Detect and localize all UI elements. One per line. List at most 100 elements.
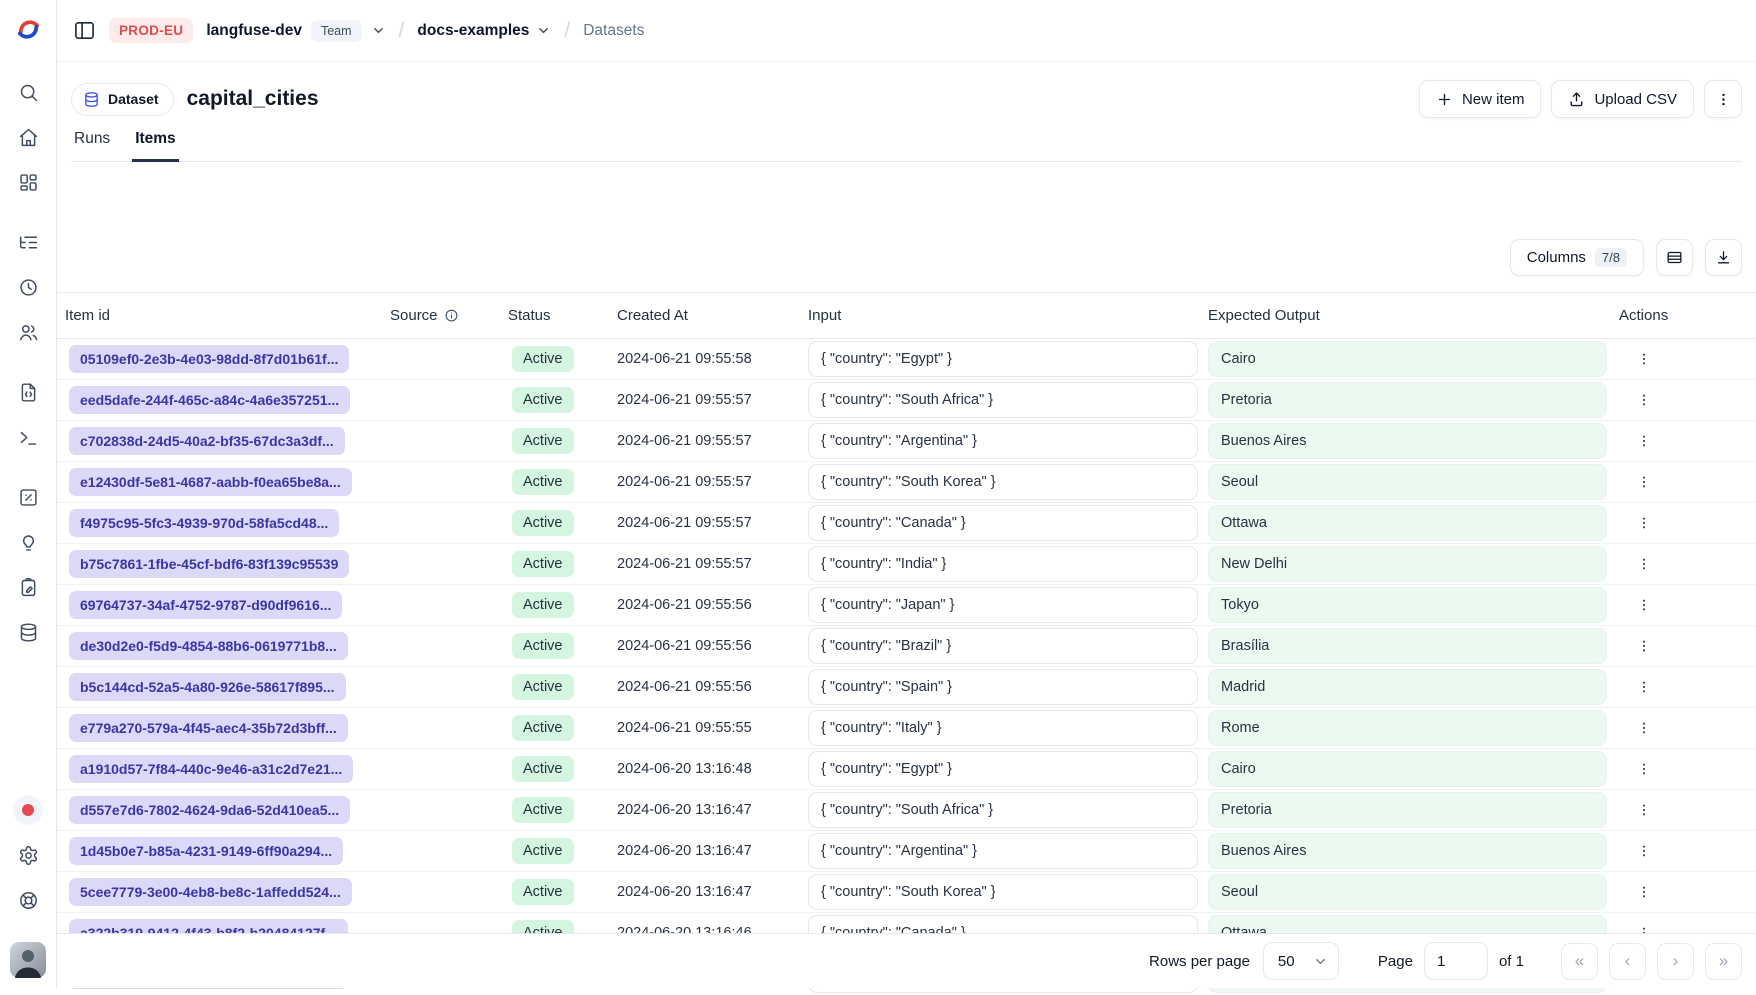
- langfuse-logo[interactable]: [15, 16, 41, 42]
- item-id-pill[interactable]: b5c144cd-52a5-4a80-926e-58617f895...: [69, 673, 346, 701]
- sidebar-item-search[interactable]: [10, 74, 46, 110]
- row-actions-button[interactable]: [1629, 467, 1659, 497]
- sidebar-bottom: [0, 792, 56, 978]
- item-id-pill[interactable]: 69764737-34af-4752-9787-d90df9616...: [69, 591, 342, 619]
- created-at-cell: 2024-06-21 09:55:55: [617, 720, 808, 736]
- table-toolbar: Columns 7/8: [57, 222, 1756, 292]
- sidebar-group: [10, 74, 46, 200]
- sidebar-item-lifebuoy[interactable]: [10, 882, 46, 918]
- status-badge: Active: [512, 510, 574, 536]
- tab-runs[interactable]: Runs: [71, 130, 113, 162]
- next-page-button[interactable]: ›: [1657, 943, 1694, 980]
- item-id-pill[interactable]: e779a270-579a-4f45-aec4-35b72d3bff...: [69, 714, 348, 742]
- item-id-pill[interactable]: a1910d57-7f84-440c-9e46-a31c2d7e21...: [69, 755, 353, 783]
- first-page-button[interactable]: «: [1561, 943, 1598, 980]
- item-id-pill[interactable]: b75c7861-1fbe-45cf-bdf6-83f139c95539: [69, 550, 349, 578]
- dataset-more-actions-button[interactable]: [1704, 80, 1742, 118]
- sidebar-toggle-button[interactable]: [73, 19, 96, 42]
- row-actions-button[interactable]: [1629, 385, 1659, 415]
- item-id-pill[interactable]: d557e7d6-7802-4624-9da6-52d410ea5...: [69, 796, 350, 824]
- input-cell: { "country": "Argentina" }: [808, 833, 1198, 869]
- status-badge: Active: [512, 797, 574, 823]
- item-id-pill[interactable]: eed5dafe-244f-465c-a84c-4a6e357251...: [69, 386, 350, 414]
- sidebar-item-settings[interactable]: [10, 837, 46, 873]
- sidebar-group: [10, 479, 46, 650]
- vertical-dots-icon: [1636, 351, 1652, 367]
- sidebar-item-home[interactable]: [10, 119, 46, 155]
- column-header-item-id: Item id: [65, 307, 390, 324]
- last-page-button[interactable]: »: [1705, 943, 1742, 980]
- vertical-dots-icon: [1636, 679, 1652, 695]
- item-id-pill[interactable]: f4975c95-5fc3-4939-970d-58fa5cd48...: [69, 509, 339, 537]
- sidebar-item-lightbulb[interactable]: [10, 524, 46, 560]
- sidebar-item-dashboard[interactable]: [10, 164, 46, 200]
- row-actions-button[interactable]: [1629, 631, 1659, 661]
- export-button[interactable]: [1705, 239, 1742, 276]
- status-badge: Active: [512, 674, 574, 700]
- row-actions-button[interactable]: [1629, 877, 1659, 907]
- sidebar-item-list-tree[interactable]: [10, 224, 46, 260]
- expected-output-cell: Rome: [1208, 710, 1607, 746]
- upload-csv-button[interactable]: Upload CSV: [1551, 80, 1694, 118]
- sidebar-item-clock[interactable]: [10, 269, 46, 305]
- sidebar-item-record-dot[interactable]: [10, 792, 46, 828]
- page-label: Page: [1378, 953, 1413, 970]
- items-table: Item id Source Status Created At Input E…: [57, 292, 1756, 995]
- record-dot-icon: [13, 795, 43, 825]
- row-actions-button[interactable]: [1629, 426, 1659, 456]
- page-number-input[interactable]: [1424, 942, 1488, 980]
- upload-icon: [1568, 91, 1585, 108]
- new-item-button[interactable]: New item: [1419, 80, 1542, 118]
- rows-per-page-select[interactable]: 50: [1263, 942, 1339, 980]
- sidebar-item-terminal[interactable]: [10, 419, 46, 455]
- previous-page-button[interactable]: ‹: [1609, 943, 1646, 980]
- created-at-cell: 2024-06-21 09:55:57: [617, 556, 808, 572]
- vertical-dots-icon: [1636, 597, 1652, 613]
- row-actions-button[interactable]: [1629, 508, 1659, 538]
- vertical-dots-icon: [1636, 843, 1652, 859]
- input-cell: { "country": "India" }: [808, 546, 1198, 582]
- created-at-cell: 2024-06-21 09:55:57: [617, 515, 808, 531]
- status-badge: Active: [512, 469, 574, 495]
- table-row: a1910d57-7f84-440c-9e46-a31c2d7e21... Ac…: [57, 749, 1756, 790]
- sidebar-item-clipboard-pen[interactable]: [10, 569, 46, 605]
- created-at-cell: 2024-06-21 09:55:58: [617, 351, 808, 367]
- row-actions-button[interactable]: [1629, 795, 1659, 825]
- tab-items[interactable]: Items: [132, 130, 179, 162]
- row-actions-button[interactable]: [1629, 754, 1659, 784]
- row-actions-button[interactable]: [1629, 713, 1659, 743]
- project-switcher[interactable]: docs-examples: [417, 22, 551, 40]
- expected-output-cell: Pretoria: [1208, 382, 1607, 418]
- item-id-pill[interactable]: c702838d-24d5-40a2-bf35-67dc3a3df...: [69, 427, 345, 455]
- item-id-pill[interactable]: 5cee7779-3e00-4eb8-be8c-1affedd524...: [69, 878, 352, 906]
- settings-icon: [18, 845, 39, 866]
- breadcrumb-section[interactable]: Datasets: [583, 22, 644, 40]
- panel-left-icon: [73, 19, 96, 42]
- row-actions-button[interactable]: [1629, 344, 1659, 374]
- row-actions-button[interactable]: [1629, 836, 1659, 866]
- created-at-cell: 2024-06-21 09:55:56: [617, 679, 808, 695]
- item-id-pill[interactable]: e12430df-5e81-4687-aabb-f0ea65be8a...: [69, 468, 352, 496]
- item-id-pill[interactable]: 1d45b0e7-b85a-4231-9149-6ff90a294...: [69, 837, 343, 865]
- row-actions-button[interactable]: [1629, 549, 1659, 579]
- sidebar-item-database[interactable]: [10, 614, 46, 650]
- sidebar-item-users[interactable]: [10, 314, 46, 350]
- sidebar-item-file-code[interactable]: [10, 374, 46, 410]
- table-row: 1d45b0e7-b85a-4231-9149-6ff90a294... Act…: [57, 831, 1756, 872]
- chevron-down-icon: [536, 23, 551, 38]
- sidebar-item-percent-square[interactable]: [10, 479, 46, 515]
- table-row: e779a270-579a-4f45-aec4-35b72d3bff... Ac…: [57, 708, 1756, 749]
- vertical-dots-icon: [1636, 392, 1652, 408]
- item-id-pill[interactable]: 05109ef0-2e3b-4e03-98dd-8f7d01b61f...: [69, 345, 349, 373]
- info-icon[interactable]: [444, 308, 459, 323]
- item-id-pill[interactable]: de30d2e0-f5d9-4854-88b6-0619771b8...: [69, 632, 348, 660]
- columns-button[interactable]: Columns 7/8: [1510, 239, 1644, 276]
- user-avatar[interactable]: [10, 942, 46, 978]
- org-switcher[interactable]: langfuse-dev Team: [206, 20, 385, 42]
- row-actions-button[interactable]: [1629, 672, 1659, 702]
- download-icon: [1715, 249, 1732, 266]
- column-header-actions: Actions: [1615, 307, 1756, 324]
- row-actions-button[interactable]: [1629, 590, 1659, 620]
- status-badge: Active: [512, 838, 574, 864]
- row-height-button[interactable]: [1656, 239, 1693, 276]
